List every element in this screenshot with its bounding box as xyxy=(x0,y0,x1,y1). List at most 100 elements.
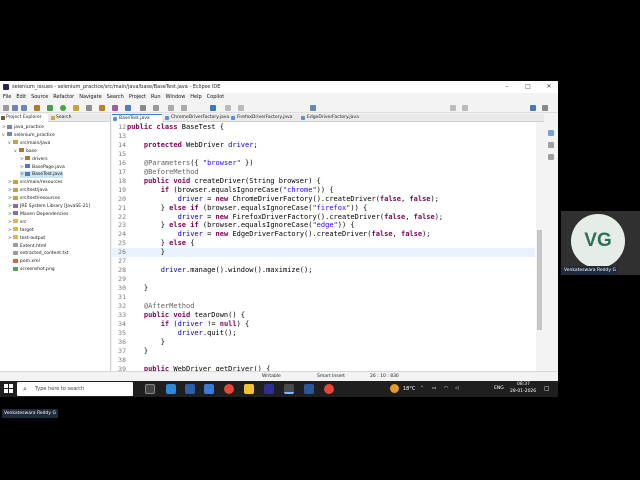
clock-date[interactable]: 28-01-2026 xyxy=(510,389,536,394)
weather-temp[interactable]: 18°C xyxy=(403,386,415,392)
open-perspective-icon[interactable] xyxy=(542,105,548,111)
run-icon[interactable] xyxy=(60,105,66,111)
windows-start-icon[interactable] xyxy=(4,384,13,393)
code-text[interactable]: public class BaseTest { xyxy=(127,123,224,132)
code-text[interactable]: } else { xyxy=(127,239,195,248)
code-line[interactable]: 26 } xyxy=(112,248,535,258)
code-text[interactable]: if (driver != null) { xyxy=(127,320,250,329)
eclipse-taskbar-icon[interactable] xyxy=(264,384,274,394)
menu-item-navigate[interactable]: Navigate xyxy=(79,94,101,100)
code-editor[interactable]: 12 public class BaseTest {13 14 protected … xyxy=(112,122,558,371)
back-icon[interactable] xyxy=(225,105,231,111)
code-text[interactable]: } xyxy=(127,338,165,347)
new-java-project-icon[interactable] xyxy=(99,105,105,111)
code-text[interactable]: @BeforeMethod xyxy=(127,168,199,177)
menu-item-source[interactable]: Source xyxy=(31,94,48,100)
perspective-icon[interactable] xyxy=(310,105,316,111)
tree-item[interactable]: pom.xml xyxy=(8,258,40,265)
tree-item[interactable]: > java_practice xyxy=(2,124,44,131)
annotation-prev-icon[interactable] xyxy=(181,105,187,111)
save-all-icon[interactable] xyxy=(21,105,27,111)
code-text[interactable]: @AfterMethod xyxy=(127,302,195,311)
code-text[interactable]: driver.quit(); xyxy=(127,329,237,338)
tree-item[interactable]: > src/test/resources xyxy=(8,195,60,202)
task-view-icon[interactable] xyxy=(145,384,155,394)
new-package-icon[interactable] xyxy=(112,105,118,111)
annotation-next-icon[interactable] xyxy=(168,105,174,111)
code-text[interactable]: } xyxy=(127,248,165,257)
tree-item[interactable]: screenshot.png xyxy=(8,266,55,273)
chrome-icon[interactable] xyxy=(224,384,234,394)
scrollbar-thumb[interactable] xyxy=(537,230,542,330)
taskbar-search-input[interactable]: ⌕ Type here to search xyxy=(17,382,133,396)
code-text[interactable]: } else if (browser.equalsIgnoreCase("edg… xyxy=(127,221,355,230)
menu-item-help[interactable]: Help xyxy=(190,94,201,100)
code-text[interactable]: if (browser.equalsIgnoreCase("chrome")) … xyxy=(127,186,334,195)
menu-item-run[interactable]: Run xyxy=(151,94,161,100)
tree-item[interactable]: extracted_content.txt xyxy=(8,250,69,257)
nav-forward-icon[interactable] xyxy=(462,105,468,111)
code-text[interactable]: driver = new ChromeDriverFactory().creat… xyxy=(127,195,439,204)
editor-tab[interactable]: FirefoxDriverFactory.java xyxy=(230,114,298,122)
tab-search[interactable]: Search xyxy=(50,114,80,122)
mail-icon[interactable] xyxy=(204,384,214,394)
code-text[interactable]: driver.manage().window().maximize(); xyxy=(127,266,313,275)
tree-item[interactable]: > target xyxy=(8,227,34,234)
menu-item-file[interactable]: File xyxy=(3,94,11,100)
maximize-button[interactable]: □ xyxy=(521,81,535,93)
problems-icon[interactable] xyxy=(548,142,554,148)
external-tools-icon[interactable] xyxy=(86,105,92,111)
tree-item[interactable]: Extent.html xyxy=(8,243,46,250)
editor-tab[interactable]: BaseTest.java xyxy=(112,114,162,122)
tab-project-explorer[interactable]: Project Explorer xyxy=(0,114,48,122)
clock-time[interactable]: 08:37 xyxy=(517,382,530,387)
code-text[interactable]: } else if (browser.equalsIgnoreCase("fir… xyxy=(127,204,368,213)
code-text[interactable]: public void createDriver(String browser)… xyxy=(127,177,321,186)
editor-tab[interactable]: EdgeDriverFactory.java xyxy=(300,114,366,122)
menu-item-project[interactable]: Project xyxy=(129,94,146,100)
tree-item[interactable]: v src/main/java xyxy=(8,140,50,147)
file-explorer-icon[interactable] xyxy=(244,384,254,394)
code-text[interactable]: public void tearDown() { xyxy=(127,311,245,320)
copilot-icon[interactable] xyxy=(210,105,216,111)
code-text[interactable]: } xyxy=(127,347,148,356)
tree-item[interactable]: > BaseTest.java xyxy=(20,171,63,179)
tree-item[interactable]: > BasePage.java xyxy=(20,164,65,171)
forward-icon[interactable] xyxy=(238,105,244,111)
tree-item[interactable]: > src/main/resources xyxy=(8,179,63,186)
tree-item[interactable]: > test-output xyxy=(8,235,45,242)
editor-scrollbar[interactable] xyxy=(536,122,544,371)
input-language[interactable]: ENG xyxy=(494,386,504,391)
coverage-icon[interactable] xyxy=(73,105,79,111)
notification-icon[interactable]: ▢ xyxy=(544,385,550,392)
search-icon[interactable] xyxy=(153,105,159,111)
teams-icon[interactable] xyxy=(185,384,195,394)
menu-item-search[interactable]: Search xyxy=(107,94,124,100)
tree-item[interactable]: v base xyxy=(14,148,37,155)
tree-item[interactable]: > src xyxy=(8,219,27,226)
chrome-profile-icon[interactable] xyxy=(324,384,334,394)
menu-item-edit[interactable]: Edit xyxy=(16,94,26,100)
open-type-icon[interactable] xyxy=(140,105,146,111)
console-icon[interactable] xyxy=(548,154,554,160)
code-text[interactable]: protected WebDriver driver; xyxy=(127,141,258,150)
new-icon[interactable] xyxy=(3,105,9,111)
build-icon[interactable] xyxy=(34,105,40,111)
tree-item[interactable]: > src/test/java xyxy=(8,187,48,194)
menu-item-refactor[interactable]: Refactor xyxy=(53,94,74,100)
edge-browser-icon[interactable] xyxy=(166,384,176,394)
outline-icon[interactable] xyxy=(548,130,554,136)
code-text[interactable]: @Parameters({ "browser" }) xyxy=(127,159,254,168)
tree-item[interactable]: > Maven Dependencies xyxy=(8,211,68,218)
nav-back-icon[interactable] xyxy=(450,105,456,111)
save-icon[interactable] xyxy=(12,105,18,111)
eclipse-active-icon[interactable] xyxy=(284,384,294,394)
code-text[interactable]: driver = new FirefoxDriverFactory().crea… xyxy=(127,213,444,222)
java-perspective-icon[interactable] xyxy=(530,105,536,111)
close-button[interactable]: ✕ xyxy=(542,81,556,93)
network-icon[interactable]: ▭ xyxy=(432,386,436,391)
tray-chevron-icon[interactable]: ⌃ xyxy=(420,386,424,391)
minimize-button[interactable]: – xyxy=(500,81,514,93)
weather-icon[interactable] xyxy=(390,384,399,393)
volume-icon[interactable]: ◁ xyxy=(455,386,458,391)
